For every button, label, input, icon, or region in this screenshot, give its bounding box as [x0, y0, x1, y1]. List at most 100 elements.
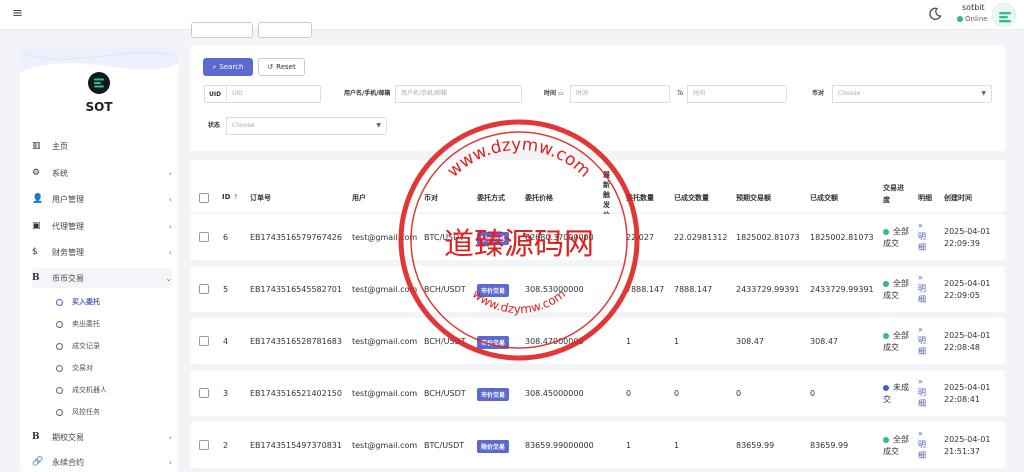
cell-type-badge: 市价交易: [477, 284, 510, 297]
time-start-input[interactable]: 时间: [570, 85, 670, 103]
toolbar-button-2[interactable]: [258, 22, 312, 38]
sidebar-subitem-risk-tasks[interactable]: 风控任务: [56, 407, 100, 417]
detail-link[interactable]: » 明细: [918, 272, 930, 305]
header-pair: 币对: [424, 194, 438, 202]
top-bar: ≡ sotbit Online: [0, 0, 1024, 30]
sidebar-item-system[interactable]: ⚙ 系统 ‹: [32, 163, 172, 183]
header-done: 已成交额: [810, 194, 838, 202]
sidebar-subitem-trade-records[interactable]: 成交记录: [56, 341, 100, 351]
row-checkbox[interactable]: [199, 284, 209, 294]
online-dot-icon: [957, 16, 963, 22]
cell-id: 2: [223, 441, 229, 450]
sidebar-item-spot-trading[interactable]: B 币币交易 ⌄: [32, 268, 172, 288]
header-id[interactable]: ID ↑: [222, 193, 239, 201]
cell-order-no: EB1743516521402150: [250, 389, 342, 398]
bitcoin-icon: B: [32, 273, 40, 283]
sidebar-item-label: 用户管理: [52, 194, 84, 204]
sidebar-item-agents[interactable]: ▣ 代理管理 ‹: [32, 216, 172, 236]
header-order: 订单号: [250, 194, 271, 202]
select-all-checkbox[interactable]: [199, 193, 209, 203]
reset-button[interactable]: ↺ Reset: [258, 58, 305, 76]
row-checkbox[interactable]: [199, 336, 209, 346]
cell-progress: 全部成交: [883, 330, 911, 354]
sidebar-item-options-trading[interactable]: B 期权交易 ‹: [32, 427, 172, 447]
reset-icon: ↺: [267, 63, 274, 71]
search-button[interactable]: ⌕ Search: [203, 58, 253, 76]
detail-label: 明细: [918, 336, 926, 356]
sidebar-item-finance[interactable]: $ 财务管理 ‹: [32, 242, 172, 262]
cell-created: 2025-04-01 22:08:41: [944, 383, 991, 404]
uid-label: UID: [204, 85, 226, 103]
sidebar-item-label: 代理管理: [52, 221, 84, 231]
circle-icon: [56, 408, 63, 416]
sidebar-item-users[interactable]: 👤 用户管理 ‹: [32, 189, 172, 209]
chevron-left-icon: ‹: [168, 221, 172, 231]
cell-order-no: EB1743516528781683: [250, 337, 342, 346]
row-checkbox[interactable]: [199, 388, 209, 398]
hamburger-menu-icon[interactable]: ≡: [12, 6, 23, 21]
sidebar-item-perpetual[interactable]: 🔗 永续合约 ‹: [32, 452, 172, 472]
header-trigger: 最新触发价: [603, 171, 610, 219]
user-label: 用户名/手机/邮箱: [340, 85, 395, 103]
cell-filled: 1: [674, 441, 680, 450]
table-row: 2 EB1743515497370831 test@gmail.com BTC/USD…: [190, 422, 1005, 468]
cell-expected: 2433729.99391: [736, 285, 800, 294]
uid-input[interactable]: UID: [226, 85, 321, 103]
cell-progress: 全部成交: [883, 226, 911, 250]
status-select[interactable]: Choose ▼: [226, 117, 387, 135]
cell-type-badge: 限价交易: [477, 440, 510, 453]
header-qty: 委托数量: [626, 194, 654, 202]
status-dot-icon: [883, 332, 889, 339]
dollar-icon: $: [32, 247, 38, 257]
avatar[interactable]: [992, 3, 1016, 27]
brand-logo-icon: [94, 78, 104, 88]
circle-icon: [56, 298, 63, 306]
sidebar-subitem-sell-orders[interactable]: 卖出委托: [56, 319, 100, 329]
cell-expected: 308.47: [736, 337, 764, 346]
cell-user: test@gmail.com: [352, 441, 418, 450]
cell-filled: 1: [674, 337, 680, 346]
cell-filled: 0: [674, 389, 680, 398]
header-label: ID: [222, 193, 231, 201]
toolbar-button-1[interactable]: [191, 22, 253, 38]
cell-order-no: EB1743516545582701: [250, 285, 342, 294]
chevron-down-icon: ⌄: [165, 273, 172, 283]
pair-select[interactable]: Choose ▼: [832, 85, 992, 103]
status-dot-icon: [883, 436, 889, 443]
time-label-text: 时间: [544, 90, 557, 97]
user-input[interactable]: 用户名/手机/邮箱: [395, 85, 522, 103]
cell-done: 308.47: [810, 337, 838, 346]
user-name: sotbit: [962, 3, 985, 12]
double-chevron-icon: »: [918, 325, 923, 334]
detail-link[interactable]: » 明细: [918, 324, 930, 357]
header-price: 委托价格: [525, 194, 553, 202]
detail-link[interactable]: » 明细: [918, 220, 930, 253]
cell-done: 2433729.99391: [810, 285, 874, 294]
double-chevron-icon: »: [918, 221, 923, 230]
header-detail: 明细: [918, 194, 932, 202]
detail-link[interactable]: » 明细: [918, 428, 930, 461]
cell-done: 0: [810, 389, 816, 398]
sidebar-item-label: 期权交易: [52, 432, 84, 442]
table-header: ID ↑ 订单号 用户 币对 委托方式 委托价格 最新触发价 委托数量 已成交数…: [190, 160, 1005, 219]
sidebar-subitem-buy-orders[interactable]: 买入委托: [56, 297, 100, 307]
cell-expected: 1825002.81073: [736, 233, 800, 242]
brand-logo: [88, 72, 110, 94]
id-card-icon: ▣: [32, 221, 41, 231]
calendar-icon: ▭: [558, 90, 564, 97]
row-checkbox[interactable]: [199, 232, 209, 242]
sidebar-item-home[interactable]: ▥ 主页: [32, 136, 172, 156]
cell-qty: 0: [626, 389, 632, 398]
row-checkbox[interactable]: [199, 440, 209, 450]
sidebar-subitem-label: 买入委托: [72, 298, 100, 306]
time-end-input[interactable]: 时间: [687, 85, 787, 103]
detail-link[interactable]: » 明细: [918, 376, 930, 409]
sidebar-subitem-trading-pairs[interactable]: 交易对: [56, 363, 93, 373]
cell-pair: BCH/USDT: [424, 337, 466, 346]
chevron-left-icon: ‹: [168, 194, 172, 204]
pair-select-value: Choose: [838, 90, 861, 97]
status-dot-icon: [883, 228, 889, 235]
cell-user: test@gmail.com: [352, 337, 418, 346]
moon-icon[interactable]: [928, 7, 942, 21]
sidebar-subitem-trade-bot[interactable]: 成交机器人: [56, 385, 107, 395]
